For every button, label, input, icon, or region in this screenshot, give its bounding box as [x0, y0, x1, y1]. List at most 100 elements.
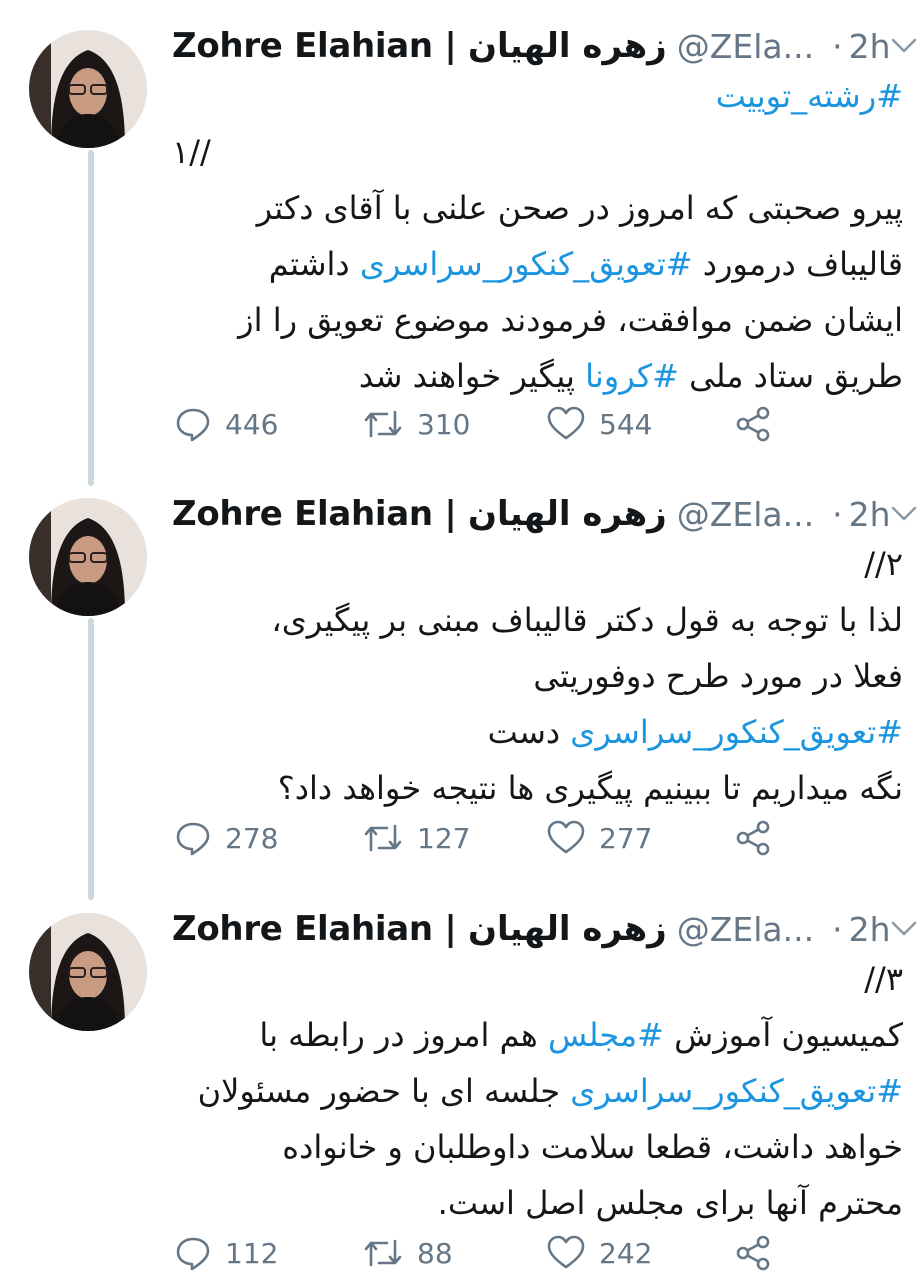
tweet-text: #رشته_توییت ۱// پیرو صحبتی که امروز در ص… — [172, 68, 903, 404]
author-name[interactable]: Zohre Elahian | زهره الهیان — [172, 494, 667, 534]
tweet-text-segment: خواهد داشت، قطعا سلامت داوطلبان و خانواد… — [282, 1128, 903, 1166]
tweet-text-segment: ایشان ضمن موافقت، فرمودند موضوع تعویق را… — [238, 301, 903, 339]
like-icon — [547, 406, 585, 440]
tweet-actions: 112 88 242 — [175, 1229, 795, 1277]
reply-count: 278 — [225, 821, 279, 855]
retweet-button[interactable]: 127 — [363, 814, 470, 862]
tweet-line: فعلا در مورد طرح دوفوریتی — [172, 648, 903, 704]
retweet-button[interactable]: 88 — [363, 1229, 453, 1277]
tweet-line: کمیسیون آموزش #مجلس هم امروز در رابطه با — [172, 1007, 903, 1063]
tweet-text-segment: نگه میداریم تا ببینیم پیگیری ها نتیجه خو… — [277, 769, 903, 807]
chevron-down-icon[interactable] — [891, 497, 917, 531]
tweet-text-segment: جلسه ای با حضور مسئولان — [197, 1072, 571, 1110]
thread-index-label: ۳// — [864, 960, 903, 998]
tweet-lines: لذا با توجه به قول دکتر قالیباف مبنی بر … — [172, 592, 903, 816]
reply-count: 446 — [225, 407, 279, 441]
tweet-actions: 278 127 277 — [175, 814, 795, 862]
hashtag-link[interactable]: #تعویق_کنکور_سراسری — [360, 245, 693, 283]
tweet-line: خواهد داشت، قطعا سلامت داوطلبان و خانواد… — [172, 1119, 903, 1175]
author-name[interactable]: Zohre Elahian | زهره الهیان — [172, 26, 667, 66]
reply-button[interactable]: 446 — [175, 400, 278, 448]
share-icon — [736, 406, 770, 442]
tweet-header: Zohre Elahian | زهره الهیان @ZEla... · 2… — [172, 488, 916, 540]
tweet-actions: 446 310 544 — [175, 400, 795, 448]
tweet-line: پیرو صحبتی که امروز در صحن علنی با آقای … — [172, 180, 903, 236]
separator-dot: · — [832, 909, 843, 949]
like-button[interactable]: 242 — [547, 1229, 652, 1277]
tweet[interactable]: Zohre Elahian | زهره الهیان @ZEla... · 2… — [0, 895, 923, 1280]
author-handle[interactable]: @ZEla... — [677, 910, 814, 949]
avatar[interactable] — [29, 30, 147, 148]
share-icon — [736, 1235, 770, 1271]
tweet-text-segment: هم امروز در رابطه با — [259, 1016, 548, 1054]
hashtag-link[interactable]: #کرونا — [585, 357, 679, 395]
tweet-line: طریق ستاد ملی #کرونا پیگیر خواهند شد — [172, 348, 903, 404]
tweet-text-segment: محترم آنها برای مجلس اصل است. — [437, 1184, 903, 1222]
avatar[interactable] — [29, 498, 147, 616]
separator-dot: · — [832, 26, 843, 66]
reply-button[interactable]: 278 — [175, 814, 278, 862]
hashtag-link[interactable]: #تعویق_کنکور_سراسری — [570, 713, 903, 751]
reply-icon — [176, 1237, 210, 1271]
tweet-text-segment: پیگیر خواهند شد — [358, 357, 586, 395]
tweet-lines: پیرو صحبتی که امروز در صحن علنی با آقای … — [172, 180, 903, 404]
avatar[interactable] — [29, 913, 147, 1031]
chevron-down-icon[interactable] — [891, 912, 917, 946]
retweet-count: 88 — [417, 1236, 453, 1270]
hashtag-link[interactable]: #رشته_توییت — [172, 68, 903, 124]
tweet[interactable]: Zohre Elahian | زهره الهیان @ZEla... · 2… — [0, 0, 923, 480]
tweet-line: محترم آنها برای مجلس اصل است. — [172, 1175, 903, 1231]
tweet-text-segment: کمیسیون آموزش — [663, 1016, 903, 1054]
share-button[interactable] — [735, 814, 771, 862]
hashtag-link[interactable]: #مجلس — [548, 1016, 664, 1054]
tweet-text-segment: داشتم — [268, 245, 360, 283]
reply-count: 112 — [225, 1236, 279, 1270]
timestamp[interactable]: 2h — [849, 27, 891, 66]
tweet-text: ۳// کمیسیون آموزش #مجلس هم امروز در رابط… — [172, 951, 903, 1231]
timestamp[interactable]: 2h — [849, 495, 891, 534]
tweet-text: ۲// لذا با توجه به قول دکتر قالیباف مبنی… — [172, 536, 903, 816]
tweet-line: #تعویق_کنکور_سراسری دست — [172, 704, 903, 760]
retweet-icon — [364, 1239, 402, 1267]
like-count: 242 — [599, 1236, 653, 1270]
thread-index-label: ۲// — [864, 545, 903, 583]
reply-icon — [176, 822, 210, 856]
timestamp[interactable]: 2h — [849, 910, 891, 949]
share-button[interactable] — [735, 1229, 771, 1277]
share-button[interactable] — [735, 400, 771, 448]
like-button[interactable]: 277 — [547, 814, 652, 862]
tweet-header: Zohre Elahian | زهره الهیان @ZEla... · 2… — [172, 20, 916, 72]
tweet-text-segment: پیرو صحبتی که امروز در صحن علنی با آقای … — [256, 189, 903, 227]
author-name[interactable]: Zohre Elahian | زهره الهیان — [172, 909, 667, 949]
hashtag-link[interactable]: #تعویق_کنکور_سراسری — [570, 1072, 903, 1110]
chevron-down-icon[interactable] — [891, 29, 917, 63]
retweet-count: 310 — [417, 407, 471, 441]
tweet-line: نگه میداریم تا ببینیم پیگیری ها نتیجه خو… — [172, 760, 903, 816]
separator-dot: · — [832, 494, 843, 534]
like-icon — [547, 1235, 585, 1269]
thread-index-label: ۱// — [172, 133, 211, 171]
tweet-text-segment: دست — [487, 713, 571, 751]
retweet-icon — [364, 824, 402, 852]
tweet-header: Zohre Elahian | زهره الهیان @ZEla... · 2… — [172, 903, 916, 955]
reply-icon — [176, 408, 210, 442]
tweet-line: لذا با توجه به قول دکتر قالیباف مبنی بر … — [172, 592, 903, 648]
reply-button[interactable]: 112 — [175, 1229, 278, 1277]
tweet-text-segment: قالیباف درمورد — [692, 245, 903, 283]
tweet-text-segment: طریق ستاد ملی — [678, 357, 903, 395]
tweet-line: ایشان ضمن موافقت، فرمودند موضوع تعویق را… — [172, 292, 903, 348]
tweet-line: #تعویق_کنکور_سراسری جلسه ای با حضور مسئو… — [172, 1063, 903, 1119]
tweet-line: قالیباف درمورد #تعویق_کنکور_سراسری داشتم — [172, 236, 903, 292]
like-icon — [547, 820, 585, 854]
author-handle[interactable]: @ZEla... — [677, 27, 814, 66]
tweet[interactable]: Zohre Elahian | زهره الهیان @ZEla... · 2… — [0, 480, 923, 900]
like-count: 544 — [599, 407, 653, 441]
thread-index: ۱// — [172, 124, 903, 180]
retweet-button[interactable]: 310 — [363, 400, 470, 448]
thread-index: ۲// — [172, 536, 903, 592]
author-handle[interactable]: @ZEla... — [677, 495, 814, 534]
tweet-text-segment: لذا با توجه به قول دکتر قالیباف مبنی بر … — [271, 601, 903, 639]
thread-index: ۳// — [172, 951, 903, 1007]
like-button[interactable]: 544 — [547, 400, 652, 448]
retweet-count: 127 — [417, 821, 471, 855]
